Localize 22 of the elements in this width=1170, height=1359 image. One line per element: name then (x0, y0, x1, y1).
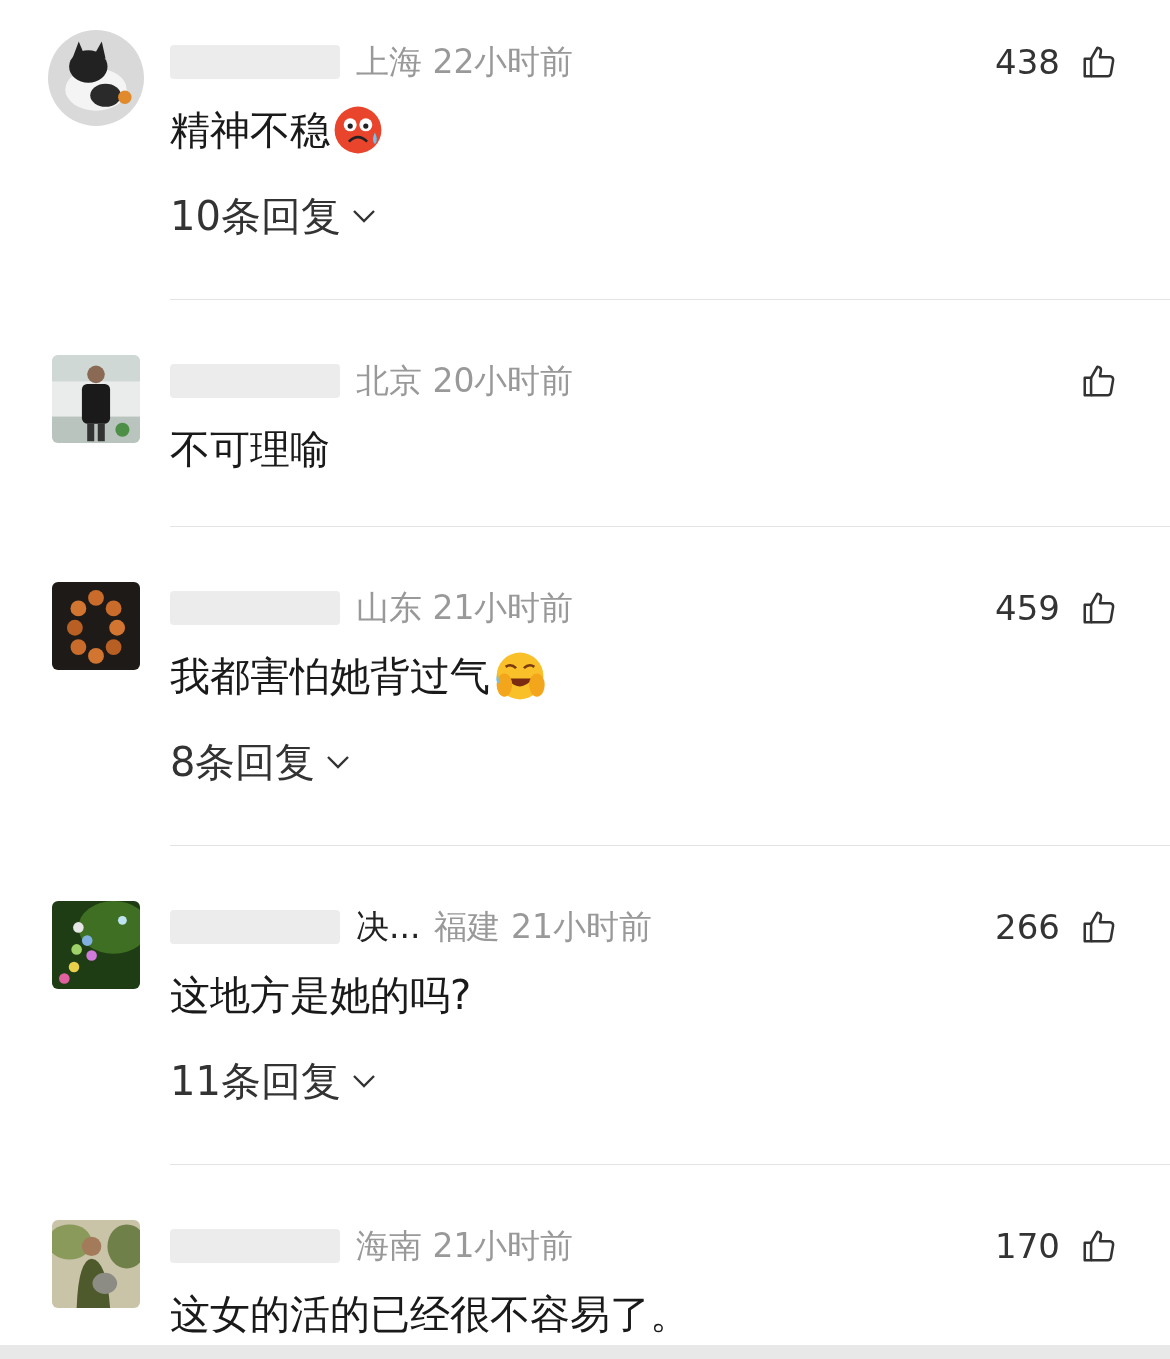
location-time: 海南 21小时前 (356, 1225, 574, 1268)
comment-text: 我都害怕她背过气 (170, 652, 490, 701)
location-time: 山东 21小时前 (356, 587, 574, 630)
like-count: 438 (995, 40, 1060, 84)
chevron-down-icon (325, 754, 352, 770)
location-time: 北京 20小时前 (356, 360, 574, 403)
like-count: 266 (995, 905, 1060, 949)
location-time: 福建 21小时前 (434, 906, 652, 949)
location-time: 上海 22小时前 (356, 41, 574, 84)
replies-toggle[interactable]: 10条回复 (170, 194, 377, 238)
chevron-down-icon (350, 1073, 377, 1089)
comment-text: 这女的活的已经很不容易了。 (170, 1290, 690, 1339)
emoji-icon (332, 104, 384, 156)
comment-text: 精神不稳 (170, 106, 330, 155)
replies-toggle[interactable]: 8条回复 (170, 740, 352, 784)
replies-toggle[interactable]: 11条回复 (170, 1059, 377, 1103)
comment-text: 不可理喻 (170, 425, 330, 474)
username[interactable]: 决... (356, 902, 421, 952)
like-count: 459 (995, 586, 1060, 630)
chevron-down-icon (350, 208, 377, 224)
like-count: 170 (995, 1224, 1060, 1268)
comment-text: 这地方是她的吗? (170, 971, 472, 1020)
